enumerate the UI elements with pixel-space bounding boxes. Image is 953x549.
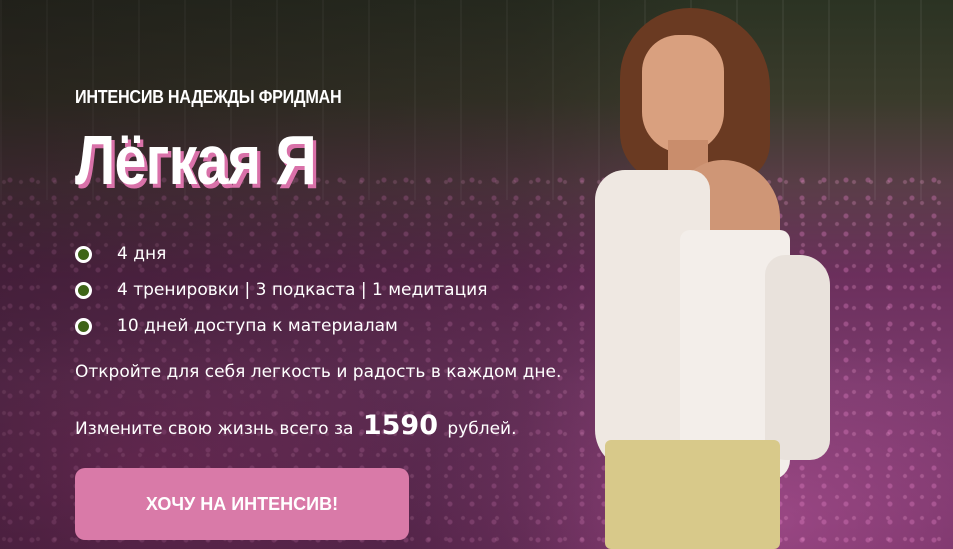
feature-item: 4 дня — [75, 236, 595, 272]
price-amount: 1590 — [362, 410, 438, 441]
feature-item: 10 дней доступа к материалам — [75, 308, 595, 344]
bullet-icon — [75, 317, 92, 335]
feature-label: 4 дня — [117, 244, 167, 264]
woman-face — [642, 35, 724, 153]
pricing-suffix: рублей. — [447, 419, 517, 439]
hero-subtitle: Откройте для себя легкость и радость в к… — [75, 362, 562, 382]
woman-shirt-sleeve — [765, 255, 830, 460]
hero-kicker: ИНТЕНСИВ НАДЕЖДЫ ФРИДМАН — [75, 87, 342, 107]
bullet-icon — [75, 281, 92, 299]
pricing-prefix: Измените свою жизнь всего за — [75, 419, 354, 439]
pricing-line: Измените свою жизнь всего за 1590 рублей… — [75, 410, 517, 441]
feature-label: 4 тренировки | 3 подкаста | 1 медитация — [117, 280, 488, 300]
join-intensive-button[interactable]: ХОЧУ НА ИНТЕНСИВ! — [75, 468, 409, 540]
woman-trousers — [605, 440, 780, 549]
bullet-icon — [75, 245, 92, 263]
hero-title: Лёгкая Я — [75, 121, 317, 199]
hero-photo-woman — [580, 0, 840, 549]
feature-label: 10 дней доступа к материалам — [117, 316, 398, 336]
feature-list: 4 дня 4 тренировки | 3 подкаста | 1 меди… — [75, 236, 595, 344]
feature-item: 4 тренировки | 3 подкаста | 1 медитация — [75, 272, 595, 308]
